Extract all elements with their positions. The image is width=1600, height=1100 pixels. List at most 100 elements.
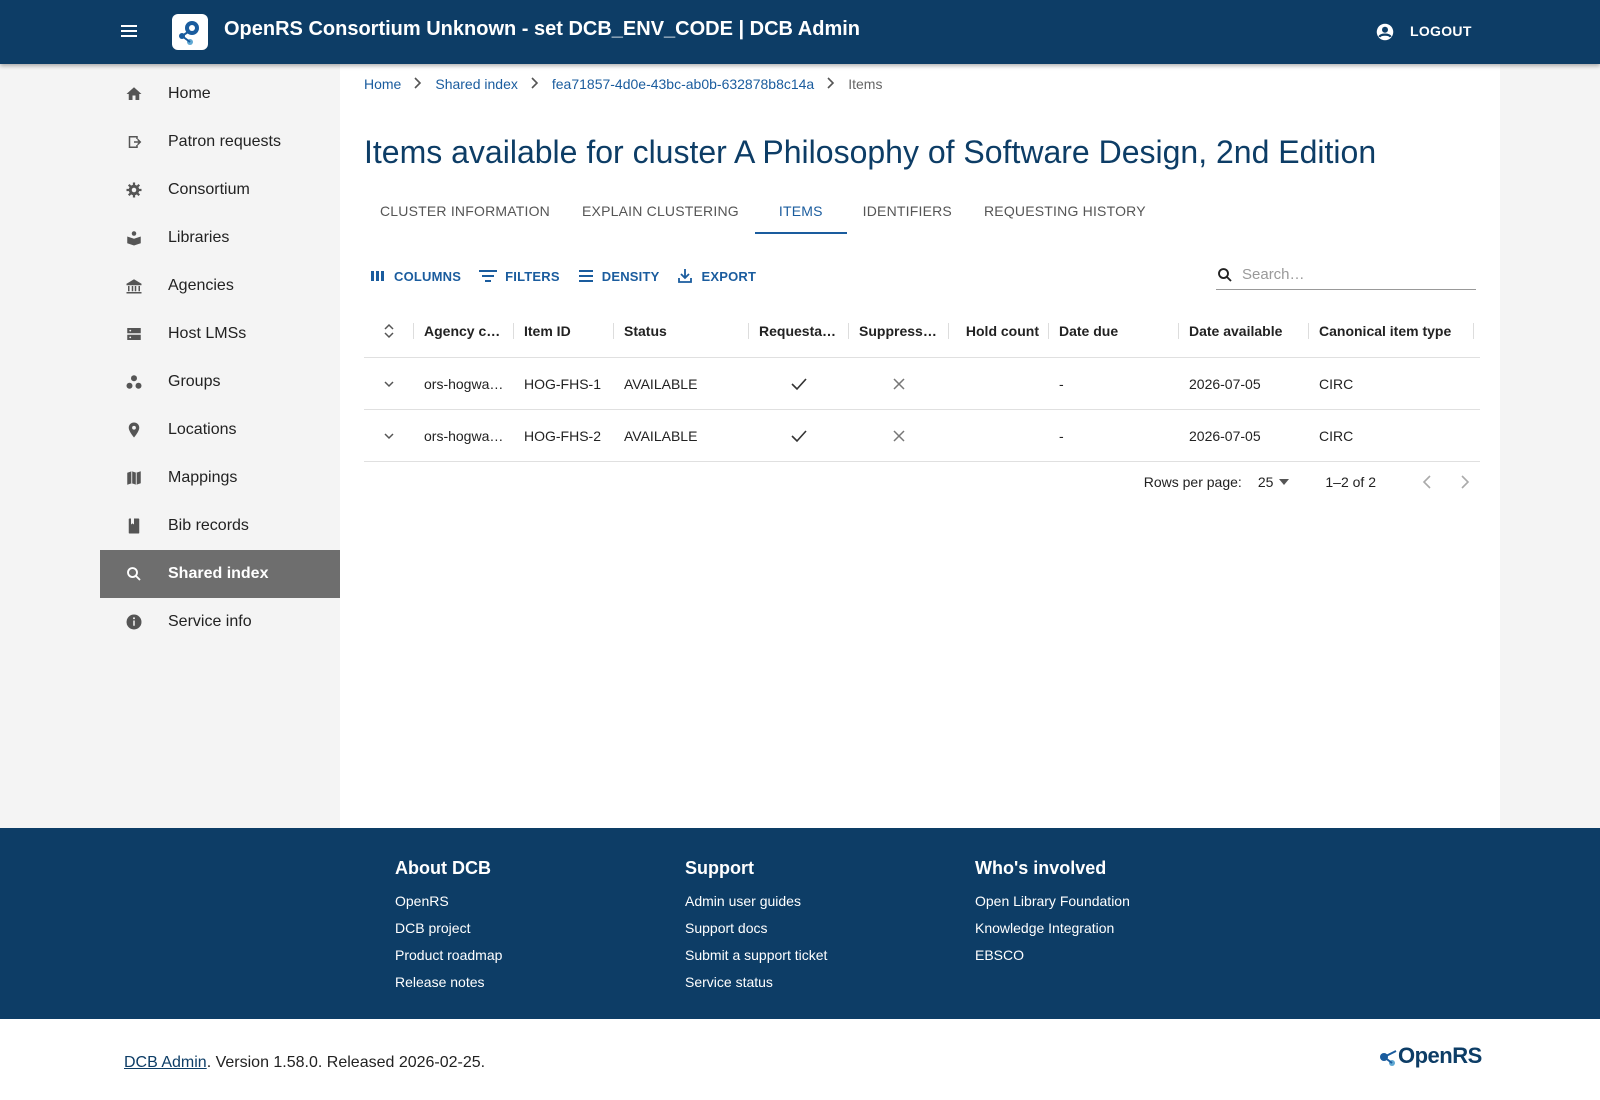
footer-link-dcb-project[interactable]: DCB project xyxy=(395,920,502,936)
gear-icon xyxy=(124,180,144,200)
sidebar-item-mappings[interactable]: Mappings xyxy=(100,454,340,502)
caret-down-icon xyxy=(1279,479,1290,485)
sidebar-item-host-lmss[interactable]: Host LMSs xyxy=(100,310,340,358)
table-row[interactable]: ors-hogwarts HOG-FHS-2 AVAILABLE - 2026-… xyxy=(364,410,1480,462)
columns-button[interactable]: COLUMNS xyxy=(370,269,461,284)
main-content: Home Shared index fea71857-4d0e-43bc-ab0… xyxy=(340,64,1500,828)
expand-row-button[interactable] xyxy=(364,432,414,440)
app-home-link[interactable]: DCB Admin xyxy=(124,1054,207,1071)
info-icon xyxy=(124,612,144,632)
app-title: OpenRS Consortium Unknown - set DCB_ENV_… xyxy=(224,18,861,40)
footer-link-ebsco[interactable]: EBSCO xyxy=(975,947,1130,963)
column-header-suppressed[interactable]: Suppressed xyxy=(849,322,949,339)
sidebar-item-label: Patron requests xyxy=(168,133,281,150)
logout-button[interactable]: LOGOUT xyxy=(1410,23,1472,39)
breadcrumb-shared-index[interactable]: Shared index xyxy=(435,76,518,92)
previous-page-button[interactable] xyxy=(1412,467,1442,497)
filters-button[interactable]: FILTERS xyxy=(479,269,560,284)
chevron-down-icon xyxy=(384,380,394,387)
tab-explain-clustering[interactable]: EXPLAIN CLUSTERING xyxy=(566,188,755,234)
close-icon xyxy=(893,377,905,390)
sidebar-item-consortium[interactable]: Consortium xyxy=(100,166,340,214)
sidebar-item-groups[interactable]: Groups xyxy=(100,358,340,406)
tab-bar: CLUSTER INFORMATION EXPLAIN CLUSTERING I… xyxy=(364,188,1162,234)
footer-heading-support: Support xyxy=(685,858,754,878)
version-text: . Version 1.58.0. Released 2026-02-25. xyxy=(206,1054,486,1071)
sidebar-item-label: Consortium xyxy=(168,181,250,198)
cell-agency-code: ors-hogwarts xyxy=(424,427,505,444)
unfold-icon xyxy=(384,323,394,338)
table-pagination: Rows per page: 25 1–2 of 2 xyxy=(364,456,1480,508)
footer-about: About DCB OpenRS DCB project Product roa… xyxy=(395,858,502,1001)
footer-link-release-notes[interactable]: Release notes xyxy=(395,974,502,990)
cell-date-due: - xyxy=(1059,375,1064,392)
sidebar-item-label: Groups xyxy=(168,373,221,390)
bottom-bar: DCB Admin. Version 1.58.0. Released 2026… xyxy=(0,1019,1600,1100)
rows-per-page-select[interactable]: 25 xyxy=(1258,474,1290,490)
check-icon xyxy=(791,377,807,390)
column-header-canonical-item-type[interactable]: Canonical item type xyxy=(1309,322,1474,339)
density-button[interactable]: DENSITY xyxy=(578,269,660,284)
sidebar-item-home[interactable]: Home xyxy=(100,70,340,118)
sidebar-item-patron-requests[interactable]: Patron requests xyxy=(100,118,340,166)
sidebar-item-shared-index[interactable]: Shared index xyxy=(100,550,340,598)
sidebar-item-label: Home xyxy=(168,85,211,102)
sidebar-item-label: Shared index xyxy=(168,565,269,582)
breadcrumb-home[interactable]: Home xyxy=(364,76,401,92)
tab-requesting-history[interactable]: REQUESTING HISTORY xyxy=(968,188,1162,234)
footer-link-submit-ticket[interactable]: Submit a support ticket xyxy=(685,947,827,963)
close-icon xyxy=(893,429,905,442)
tab-cluster-information[interactable]: CLUSTER INFORMATION xyxy=(364,188,566,234)
footer-link-service-status[interactable]: Service status xyxy=(685,974,827,990)
page-title: Items available for cluster A Philosophy… xyxy=(364,134,1377,170)
items-table: Agency code Item ID Status Requestable S… xyxy=(364,304,1480,462)
sidebar-item-locations[interactable]: Locations xyxy=(100,406,340,454)
footer-link-olf[interactable]: Open Library Foundation xyxy=(975,893,1130,909)
density-icon xyxy=(578,270,593,282)
footer-link-admin-user-guides[interactable]: Admin user guides xyxy=(685,893,827,909)
sidebar-item-bib-records[interactable]: Bib records xyxy=(100,502,340,550)
cell-item-id: HOG-FHS-2 xyxy=(524,427,601,444)
column-header-item-id[interactable]: Item ID xyxy=(514,322,614,339)
next-page-button[interactable] xyxy=(1450,467,1480,497)
chevron-right-icon xyxy=(826,76,836,92)
menu-icon[interactable] xyxy=(121,22,143,42)
footer-link-openrs[interactable]: OpenRS xyxy=(395,893,502,909)
table-header: Agency code Item ID Status Requestable S… xyxy=(364,304,1480,358)
column-header-date-due[interactable]: Date due xyxy=(1049,322,1179,339)
openrs-logo[interactable]: OpenRS xyxy=(1378,1043,1482,1069)
bookmark-book-icon xyxy=(124,516,144,536)
footer-link-product-roadmap[interactable]: Product roadmap xyxy=(395,947,502,963)
columns-icon xyxy=(371,271,384,281)
expand-row-button[interactable] xyxy=(364,380,414,388)
footer-link-support-docs[interactable]: Support docs xyxy=(685,920,827,936)
openrs-logo-mark xyxy=(1380,1050,1397,1066)
column-header-requestable[interactable]: Requestable xyxy=(749,322,849,339)
column-header-date-available[interactable]: Date available xyxy=(1179,322,1309,339)
sidebar-item-label: Mappings xyxy=(168,469,238,486)
table-row[interactable]: ors-hogwarts HOG-FHS-1 AVAILABLE - 2026-… xyxy=(364,358,1480,410)
tab-items[interactable]: ITEMS xyxy=(754,188,847,234)
column-header-hold-count[interactable]: Hold count xyxy=(949,322,1049,339)
account-circle-icon[interactable] xyxy=(1376,23,1394,41)
book-reader-icon xyxy=(124,228,144,248)
grid-search xyxy=(1216,260,1476,290)
chevron-right-icon xyxy=(413,76,423,92)
sidebar-item-service-info[interactable]: Service info xyxy=(100,598,340,646)
export-button[interactable]: EXPORT xyxy=(677,268,756,284)
cell-requestable xyxy=(749,429,849,443)
search-input[interactable] xyxy=(1242,266,1462,283)
sidebar-item-libraries[interactable]: Libraries xyxy=(100,214,340,262)
tab-identifiers[interactable]: IDENTIFIERS xyxy=(847,188,968,234)
sidebar-item-label: Service info xyxy=(168,613,252,630)
column-header-status[interactable]: Status xyxy=(614,322,749,339)
column-header-agency-code[interactable]: Agency code xyxy=(414,322,514,339)
sidebar-item-agencies[interactable]: Agencies xyxy=(100,262,340,310)
breadcrumb-cluster[interactable]: fea71857-4d0e-43bc-ab0b-632878b8c14a xyxy=(552,76,814,92)
footer-link-knowledge-integration[interactable]: Knowledge Integration xyxy=(975,920,1130,936)
expand-all-toggle[interactable] xyxy=(364,322,414,339)
search-icon xyxy=(124,564,144,584)
cell-canonical-item-type: CIRC xyxy=(1319,375,1354,392)
sidebar-item-label: Locations xyxy=(168,421,237,438)
cell-requestable xyxy=(749,377,849,391)
